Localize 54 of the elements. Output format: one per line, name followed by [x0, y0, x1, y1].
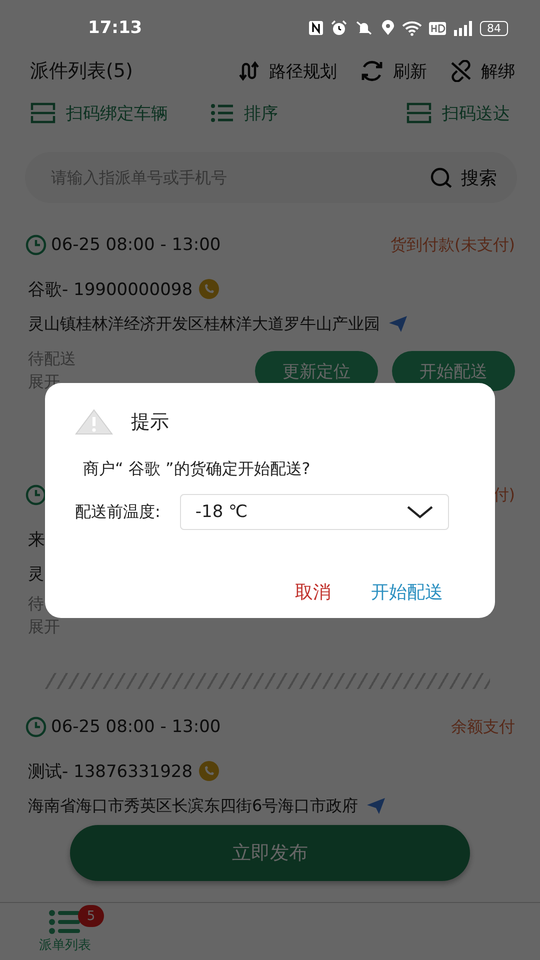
- field-label: 配送前温度:: [75, 502, 160, 522]
- clock-icon: [25, 484, 47, 506]
- hd-icon: [429, 22, 446, 34]
- nav-tab[interactable]: 派单列表 5: [0, 903, 130, 960]
- list-icon: [210, 103, 234, 123]
- header-action[interactable]: 刷新: [359, 58, 427, 84]
- temperature-select[interactable]: -18 ℃: [180, 494, 449, 530]
- delivery-address: 灵: [28, 564, 44, 584]
- payment-status: 货到付款(未支付): [390, 234, 515, 256]
- header-action[interactable]: 路径规划: [239, 58, 337, 84]
- cancel-button[interactable]: 取消: [295, 580, 331, 604]
- dialog-message: 商户“ 谷歌 ”的货确定开始配送?: [82, 459, 312, 480]
- delivery-address: 灵山镇桂林洋经济开发区桂林洋大道罗牛山产业园: [28, 314, 380, 334]
- scan-icon: [30, 102, 56, 124]
- payment-status: 付): [492, 484, 515, 506]
- payment-status: 余额支付: [451, 716, 515, 738]
- chevron-down-icon: [406, 504, 434, 520]
- count-badge: 5: [78, 905, 104, 927]
- refresh-icon: [359, 58, 385, 84]
- warning-icon: [75, 409, 113, 435]
- search-button[interactable]: 搜索: [429, 166, 497, 190]
- contact-phone: 谷歌- 19900000098: [28, 278, 193, 300]
- toolbar-action[interactable]: 扫码送达: [406, 102, 510, 124]
- clock-icon: [25, 716, 47, 738]
- delivery-time: 06-25 08:00 - 13:00: [51, 235, 221, 255]
- dialog-title: 提示: [131, 410, 169, 435]
- nfc-icon: [308, 20, 324, 36]
- wifi-icon: [402, 20, 422, 36]
- scan-icon: [406, 102, 432, 124]
- toolbar-action[interactable]: 排序: [210, 102, 278, 124]
- delivery-time: 06-25 08:00 - 13:00: [51, 717, 221, 737]
- route-icon: [239, 61, 261, 81]
- navigate-icon[interactable]: [366, 797, 386, 815]
- header-action[interactable]: 解绑: [449, 58, 515, 84]
- status-time: 17:13: [88, 18, 142, 38]
- publish-button[interactable]: 立即发布: [70, 825, 470, 881]
- navigate-icon[interactable]: [388, 315, 408, 333]
- location-icon: [381, 20, 395, 36]
- list-icon: [49, 910, 81, 934]
- delivery-address: 海南省海口市秀英区长滨东四街6号海口市政府: [28, 796, 358, 816]
- clock-icon: [25, 234, 47, 256]
- signal-icon: [453, 20, 473, 36]
- alarm-icon: [331, 20, 347, 36]
- page-title: 派件列表(5): [30, 59, 133, 84]
- mute-icon: [354, 20, 374, 36]
- contact-phone: 来: [28, 528, 45, 550]
- phone-icon[interactable]: [198, 279, 219, 299]
- toolbar-action[interactable]: 扫码绑定车辆: [30, 102, 168, 124]
- contact-phone: 测试- 13876331928: [28, 760, 193, 782]
- confirm-button[interactable]: 开始配送: [371, 580, 443, 604]
- phone-icon[interactable]: [198, 761, 219, 781]
- battery-level: 84: [480, 20, 508, 36]
- unlink-icon: [449, 60, 473, 82]
- search-icon: [429, 166, 453, 190]
